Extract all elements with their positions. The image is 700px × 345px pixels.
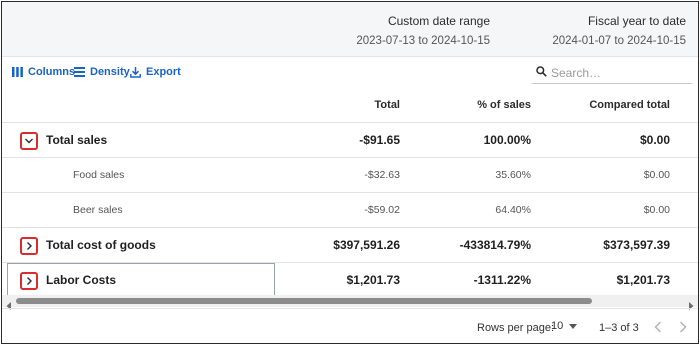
row-compared: $0.00	[639, 133, 670, 147]
column-header-total[interactable]: Total	[375, 88, 400, 122]
scroll-right-icon[interactable]	[687, 297, 695, 310]
search-input[interactable]	[551, 65, 681, 80]
row-total: -$91.65	[359, 133, 400, 147]
search-box	[532, 62, 692, 84]
table-header-row: Total % of sales Compared total	[2, 88, 698, 123]
columns-label: Columns	[28, 66, 76, 78]
chevron-right-icon	[679, 321, 687, 333]
export-button[interactable]: Export	[130, 66, 181, 78]
rows-per-page-select[interactable]: 10	[551, 320, 578, 332]
row-compared: $0.00	[643, 169, 670, 181]
row-pct: 35.60%	[495, 169, 531, 181]
pagination-range: 1–3 of 3	[599, 322, 639, 334]
date-column-title: Fiscal year to date	[587, 14, 686, 28]
date-column-custom: Custom date range 2023-07-13 to 2024-10-…	[356, 14, 490, 48]
row-compared: $373,597.39	[603, 238, 670, 252]
row-label: Labor Costs	[46, 273, 117, 287]
row-compared: $0.00	[643, 204, 670, 216]
date-column-fiscal: Fiscal year to date 2024-01-07 to 2024-1…	[552, 14, 686, 48]
row-total: $397,591.26	[333, 238, 400, 252]
table-row-beer-sales[interactable]: Beer sales -$59.02 64.40% $0.00	[2, 193, 698, 228]
previous-page-button[interactable]	[650, 319, 666, 335]
row-label: Total cost of goods	[46, 238, 156, 252]
table-row-food-sales[interactable]: Food sales -$32.63 35.60% $0.00	[2, 158, 698, 193]
download-icon	[130, 66, 141, 78]
rows-per-page-value: 10	[551, 320, 564, 332]
column-header-pct-of-sales[interactable]: % of sales	[477, 88, 531, 122]
table-row-total-cost-of-goods[interactable]: Total cost of goods $397,591.26 -433814.…	[2, 228, 698, 263]
date-column-title: Custom date range	[387, 14, 490, 28]
row-pct: -433814.79%	[459, 238, 531, 252]
pagination-footer: Rows per page: 10 1–3 of 3	[2, 308, 698, 343]
export-label: Export	[146, 66, 181, 78]
row-label: Food sales	[73, 169, 125, 181]
next-page-button[interactable]	[675, 319, 691, 335]
date-range-header: Custom date range 2023-07-13 to 2024-10-…	[2, 2, 698, 57]
report-table-panel: Custom date range 2023-07-13 to 2024-10-…	[1, 1, 699, 344]
scrollbar-thumb[interactable]	[16, 298, 592, 304]
density-button[interactable]: Density	[74, 66, 130, 78]
rows-per-page-label: Rows per page:	[477, 322, 555, 334]
row-pct: 100.00%	[483, 133, 531, 147]
row-total: $1,201.73	[346, 273, 400, 287]
row-compared: $1,201.73	[616, 273, 670, 287]
column-header-compared-total[interactable]: Compared total	[589, 88, 670, 122]
row-pct: 64.40%	[495, 204, 531, 216]
chevron-left-icon	[654, 321, 662, 333]
density-icon	[74, 67, 85, 77]
date-column-range: 2024-01-07 to 2024-10-15	[552, 35, 686, 47]
row-pct: -1311.22%	[473, 273, 531, 287]
columns-button[interactable]: Columns	[12, 66, 75, 78]
data-table: Total % of sales Compared total Total sa…	[2, 88, 698, 298]
caret-down-icon	[569, 323, 578, 329]
row-label: Beer sales	[73, 204, 123, 216]
table-row-total-sales[interactable]: Total sales -$91.65 100.00% $0.00	[2, 123, 698, 158]
table-row-labor-costs[interactable]: Labor Costs $1,201.73 -1311.22% $1,201.7…	[2, 263, 698, 298]
density-label: Density	[90, 66, 130, 78]
horizontal-scrollbar[interactable]	[2, 295, 698, 310]
search-icon	[536, 64, 547, 82]
date-column-range: 2023-07-13 to 2024-10-15	[356, 35, 490, 47]
columns-icon	[12, 67, 23, 77]
row-label: Total sales	[46, 133, 108, 147]
row-total: -$59.02	[364, 204, 400, 216]
row-total: -$32.63	[364, 169, 400, 181]
scroll-left-icon[interactable]	[5, 297, 13, 310]
table-toolbar: Columns Density Export	[2, 60, 698, 88]
